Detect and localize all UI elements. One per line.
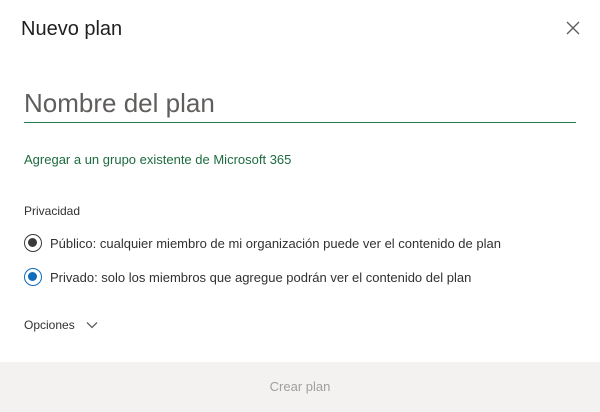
privacy-option-public[interactable]: Público: cualquier miembro de mi organiz… [24, 233, 501, 253]
plan-name-input[interactable] [24, 84, 576, 123]
radio-private-icon[interactable] [24, 268, 42, 286]
dialog-footer: Crear plan [0, 362, 600, 412]
add-to-existing-group-link[interactable]: Agregar a un grupo existente de Microsof… [24, 151, 291, 169]
close-icon[interactable] [562, 17, 584, 39]
create-plan-button[interactable]: Crear plan [0, 362, 600, 412]
options-toggle[interactable]: Opciones [24, 318, 99, 332]
privacy-option-private-label: Privado: solo los miembros que agregue p… [50, 269, 472, 285]
radio-public-icon[interactable] [24, 234, 42, 252]
options-label: Opciones [24, 318, 75, 332]
privacy-label: Privacidad [24, 204, 81, 218]
privacy-option-private[interactable]: Privado: solo los miembros que agregue p… [24, 267, 471, 287]
dialog-title: Nuevo plan [21, 18, 123, 40]
new-plan-dialog: Nuevo plan Agregar a un grupo existente … [0, 0, 600, 412]
privacy-option-public-label: Público: cualquier miembro de mi organiz… [50, 235, 501, 251]
chevron-down-icon [85, 318, 99, 332]
